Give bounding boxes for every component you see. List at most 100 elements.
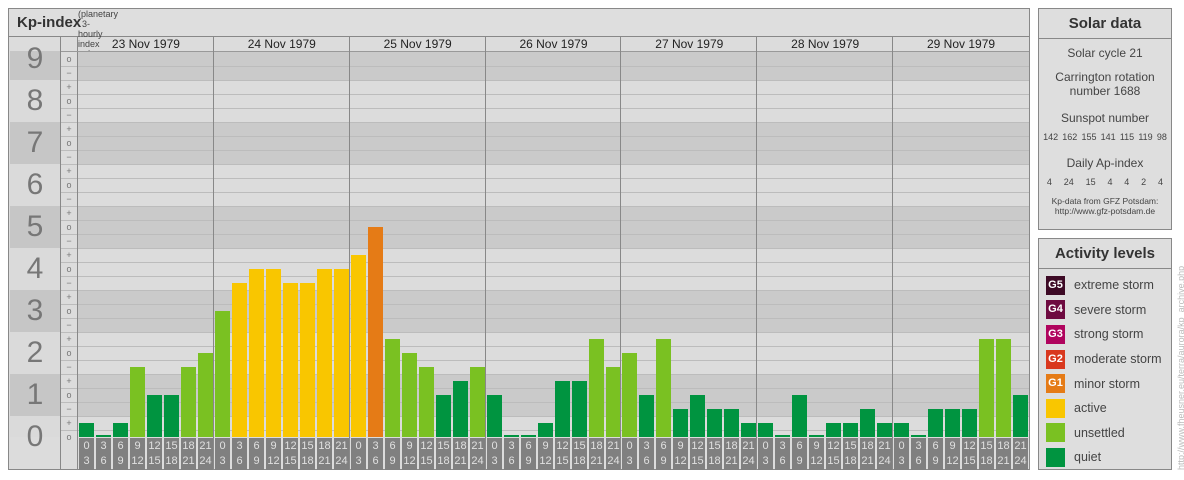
interval-end: 3	[898, 455, 905, 467]
y-tick-label: 2	[26, 336, 44, 369]
interval-end: 24	[607, 455, 620, 467]
kp-subdivision-label: −	[66, 404, 72, 414]
interval-end: 24	[878, 455, 891, 467]
grid-line	[61, 136, 1029, 137]
interval-start: 18	[590, 440, 603, 452]
interval-start: 12	[556, 440, 569, 452]
interval-end: 18	[437, 455, 450, 467]
legend-item: G4 severe storm	[1039, 298, 1171, 323]
time-interval-label: 03	[487, 438, 502, 470]
interval-end: 3	[491, 455, 498, 467]
legend-label: minor storm	[1074, 376, 1140, 391]
grid-line	[61, 262, 1029, 263]
ap-values: 4 24 15 4 4 2 4	[1039, 175, 1171, 189]
kp-bar	[690, 395, 705, 437]
interval-start: 21	[199, 440, 212, 452]
interval-start: 9	[813, 440, 820, 452]
interval-start: 0	[219, 440, 226, 452]
interval-start: 15	[573, 440, 586, 452]
day-divider	[756, 37, 757, 470]
kp-bar	[792, 395, 807, 437]
time-interval-label: 36	[639, 438, 654, 470]
chart-title: Kp-index	[17, 14, 82, 31]
ap-value: 4	[1124, 177, 1130, 187]
interval-start: 0	[491, 440, 498, 452]
time-interval-label: 9 12	[809, 438, 824, 470]
kp-bar	[996, 339, 1011, 437]
time-interval-label: 21 24	[1013, 438, 1028, 470]
sunspot-value: 98	[1156, 132, 1167, 142]
kp-bar	[198, 353, 213, 437]
grid-line	[61, 276, 1029, 277]
interval-start: 0	[898, 440, 905, 452]
kp-bar	[232, 282, 247, 437]
kp-bar	[945, 408, 960, 437]
source-url[interactable]: http://www.fheusner.eu/terra/aurora/kp_a…	[1176, 266, 1184, 470]
kp-bar	[707, 408, 722, 437]
interval-start: 3	[915, 440, 922, 452]
interval-end: 21	[997, 455, 1010, 467]
sunspot-label: Sunspot number	[1060, 111, 1150, 125]
time-interval-label: 03	[894, 438, 909, 470]
kp-band	[78, 206, 1029, 248]
legend-swatch-icon: G4	[1046, 300, 1065, 320]
legend-title: Activity levels	[1039, 239, 1171, 269]
grid-line	[61, 304, 1029, 305]
interval-start: 12	[963, 440, 976, 452]
kp-subdivision-label: o	[66, 180, 72, 190]
interval-start: 21	[742, 440, 755, 452]
interval-end: 24	[199, 455, 212, 467]
interval-end: 15	[963, 455, 976, 467]
interval-end: 15	[691, 455, 704, 467]
grid-line	[61, 178, 1029, 179]
interval-start: 18	[454, 440, 467, 452]
legend-item: quiet	[1039, 445, 1171, 470]
interval-end: 6	[643, 455, 650, 467]
grid-line	[61, 80, 1029, 81]
source-link[interactable]: http://www.gfz-potsdam.de	[1039, 206, 1171, 216]
interval-end: 9	[932, 455, 939, 467]
time-interval-label: 12 15	[555, 438, 570, 470]
time-interval-label: 12 15	[419, 438, 434, 470]
grid-line	[61, 94, 1029, 95]
interval-start: 12	[420, 440, 433, 452]
kp-bar	[656, 339, 671, 437]
interval-end: 18	[844, 455, 857, 467]
time-interval-label: 12 15	[147, 438, 162, 470]
time-interval-label: 15 18	[436, 438, 451, 470]
time-interval-label: 9 12	[673, 438, 688, 470]
legend-swatch-icon: G1	[1046, 374, 1065, 394]
legend-swatch-icon: G3	[1046, 324, 1065, 344]
day-divider	[892, 37, 893, 470]
day-label: 25 Nov 1979	[383, 37, 452, 51]
axis-divider	[77, 37, 78, 470]
interval-end: 3	[762, 455, 769, 467]
time-interval-label: 36	[504, 438, 519, 470]
interval-end: 21	[725, 455, 738, 467]
interval-start: 9	[542, 440, 549, 452]
kp-bar	[911, 435, 926, 437]
legend-swatch-icon	[1046, 398, 1065, 418]
kp-subdivision-label: +	[66, 376, 72, 386]
legend-label: unsettled	[1074, 425, 1125, 440]
kp-subdivision-label: +	[66, 124, 72, 134]
sunspot-values: 142 162 155 141 115 119 98	[1039, 130, 1171, 144]
kp-subdivision-label: o	[66, 390, 72, 400]
day-label: 26 Nov 1979	[519, 37, 588, 51]
activity-legend-panel: Activity levels G5 extreme storm G4 severe …	[1038, 238, 1172, 470]
interval-start: 15	[708, 440, 721, 452]
y-tick-label: 6	[26, 168, 44, 201]
interval-start: 9	[949, 440, 956, 452]
time-interval-label: 18 21	[860, 438, 875, 470]
kp-bar	[639, 395, 654, 437]
kp-subdivision-label: o	[66, 348, 72, 358]
kp-subdivision-label: −	[66, 320, 72, 330]
interval-end: 24	[742, 455, 755, 467]
sunspot-value: 119	[1138, 132, 1153, 142]
time-interval-label: 9 12	[130, 438, 145, 470]
kp-bar	[385, 339, 400, 437]
day-divider	[485, 37, 486, 470]
time-interval-label: 15 18	[843, 438, 858, 470]
interval-start: 3	[508, 440, 515, 452]
time-interval-label: 12 15	[826, 438, 841, 470]
